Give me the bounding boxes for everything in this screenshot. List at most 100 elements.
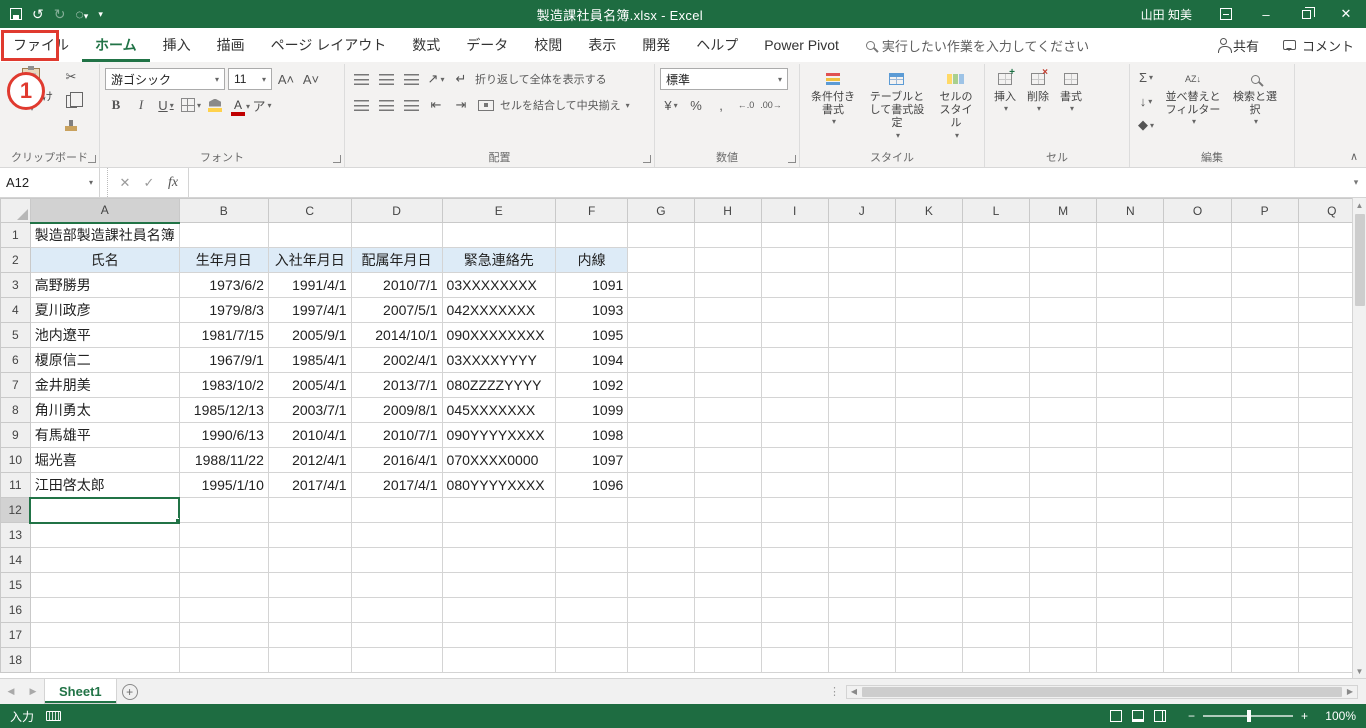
bold-button[interactable]: B <box>105 94 127 116</box>
cell-E11[interactable]: 080YYYYXXXX <box>441 472 557 498</box>
cell-B7[interactable]: 1983/10/2 <box>178 372 269 398</box>
cell-E13[interactable] <box>441 522 557 548</box>
cell-K11[interactable] <box>894 472 963 498</box>
column-header-J[interactable]: J <box>827 198 896 223</box>
conditional-formatting-button[interactable]: 条件付き書式 ▾ <box>805 66 861 151</box>
row-header-7[interactable]: 7 <box>0 372 31 398</box>
cell-O18[interactable] <box>1163 647 1232 673</box>
cell-C1[interactable] <box>267 222 352 248</box>
column-header-I[interactable]: I <box>760 198 829 223</box>
cell-L18[interactable] <box>961 647 1031 673</box>
column-header-F[interactable]: F <box>554 198 629 223</box>
tab-review[interactable]: 校閲 <box>521 28 575 62</box>
cell-G9[interactable] <box>627 422 695 448</box>
cell-K6[interactable] <box>894 347 963 373</box>
cell-L10[interactable] <box>961 447 1031 473</box>
cell-H12[interactable] <box>693 497 762 523</box>
cell-H4[interactable] <box>693 297 762 323</box>
increase-font-icon[interactable]: A˄ <box>275 68 297 90</box>
cell-K18[interactable] <box>894 647 963 673</box>
cell-G18[interactable] <box>627 647 695 673</box>
autosum-icon[interactable]: Σ ▾ <box>1135 66 1157 88</box>
cell-L5[interactable] <box>961 322 1031 348</box>
phonetic-guide-icon[interactable]: ア ▾ <box>251 94 273 116</box>
tab-insert[interactable]: 挿入 <box>150 28 204 62</box>
cell-O4[interactable] <box>1163 297 1232 323</box>
clipboard-dialog-launcher[interactable] <box>88 155 96 163</box>
share-button[interactable]: 共有 <box>1208 28 1271 62</box>
cell-I5[interactable] <box>760 322 829 348</box>
cell-M13[interactable] <box>1029 522 1098 548</box>
percent-format-icon[interactable]: % <box>685 94 707 116</box>
keyboard-icon[interactable] <box>46 711 62 721</box>
cell-C3[interactable]: 1991/4/1 <box>267 272 352 298</box>
cell-P1[interactable] <box>1230 222 1299 248</box>
redo-icon[interactable]: ↻ <box>54 7 66 21</box>
vertical-scrollbar[interactable]: ▲ ▼ <box>1352 198 1366 678</box>
page-layout-view-icon[interactable] <box>1131 710 1144 722</box>
row-header-16[interactable]: 16 <box>0 597 31 623</box>
cell-H1[interactable] <box>693 222 762 248</box>
cell-C17[interactable] <box>267 622 352 648</box>
cell-G7[interactable] <box>627 372 695 398</box>
cell-J4[interactable] <box>827 297 896 323</box>
cell-D8[interactable]: 2009/8/1 <box>350 397 443 423</box>
sheet-tab-sheet1[interactable]: Sheet1 <box>44 679 117 704</box>
cell-K2[interactable] <box>894 247 963 273</box>
cell-L9[interactable] <box>961 422 1031 448</box>
cell-G4[interactable] <box>627 297 695 323</box>
cell-A13[interactable] <box>29 522 180 548</box>
cell-A18[interactable] <box>29 647 180 673</box>
cell-C7[interactable]: 2005/4/1 <box>267 372 352 398</box>
cell-I2[interactable] <box>760 247 829 273</box>
cell-I15[interactable] <box>760 572 829 598</box>
cell-P12[interactable] <box>1230 497 1299 523</box>
zoom-in-icon[interactable]: + <box>1301 709 1308 723</box>
cell-A12[interactable] <box>29 496 181 524</box>
cell-E6[interactable]: 03XXXXYYYY <box>441 347 557 373</box>
align-top-icon[interactable] <box>350 68 372 90</box>
font-dialog-launcher[interactable] <box>333 155 341 163</box>
cell-G15[interactable] <box>627 572 695 598</box>
cell-I4[interactable] <box>760 297 829 323</box>
cell-I13[interactable] <box>760 522 829 548</box>
cell-styles-button[interactable]: セルのスタイル ▾ <box>933 66 979 151</box>
user-name[interactable]: 山田 知美 <box>1127 6 1206 23</box>
number-format-combo[interactable]: 標準 ▾ <box>660 68 788 90</box>
tab-home[interactable]: ホーム <box>82 28 150 62</box>
cell-N11[interactable] <box>1096 472 1165 498</box>
cell-A2[interactable]: 氏名 <box>29 247 180 273</box>
cell-L7[interactable] <box>961 372 1031 398</box>
align-left-icon[interactable] <box>350 94 372 116</box>
cell-L3[interactable] <box>961 272 1031 298</box>
cell-J12[interactable] <box>827 497 896 523</box>
cell-H17[interactable] <box>693 622 762 648</box>
cell-P14[interactable] <box>1230 547 1299 573</box>
cell-M4[interactable] <box>1029 297 1098 323</box>
new-sheet-button[interactable]: + <box>117 679 143 704</box>
cell-M2[interactable] <box>1029 247 1098 273</box>
cell-P3[interactable] <box>1230 272 1299 298</box>
cell-L12[interactable] <box>961 497 1031 523</box>
row-header-18[interactable]: 18 <box>0 647 31 673</box>
cell-K10[interactable] <box>894 447 963 473</box>
cell-B1[interactable] <box>178 222 269 248</box>
column-header-M[interactable]: M <box>1029 198 1098 223</box>
cell-D5[interactable]: 2014/10/1 <box>350 322 443 348</box>
cell-A9[interactable]: 有馬雄平 <box>29 422 180 448</box>
cell-E10[interactable]: 070XXXX0000 <box>441 447 557 473</box>
cell-B13[interactable] <box>178 522 269 548</box>
cell-O9[interactable] <box>1163 422 1232 448</box>
cell-J8[interactable] <box>827 397 896 423</box>
cell-N2[interactable] <box>1096 247 1165 273</box>
cell-A16[interactable] <box>29 597 180 623</box>
format-cells-button[interactable]: 書式 ▾ <box>1056 66 1086 151</box>
cell-O10[interactable] <box>1163 447 1232 473</box>
alignment-dialog-launcher[interactable] <box>643 155 651 163</box>
cell-B2[interactable]: 生年月日 <box>178 247 269 273</box>
cell-C12[interactable] <box>267 497 352 523</box>
cell-F17[interactable] <box>554 622 629 648</box>
cell-J17[interactable] <box>827 622 896 648</box>
cell-P15[interactable] <box>1230 572 1299 598</box>
comments-button[interactable]: コメント <box>1271 28 1366 62</box>
